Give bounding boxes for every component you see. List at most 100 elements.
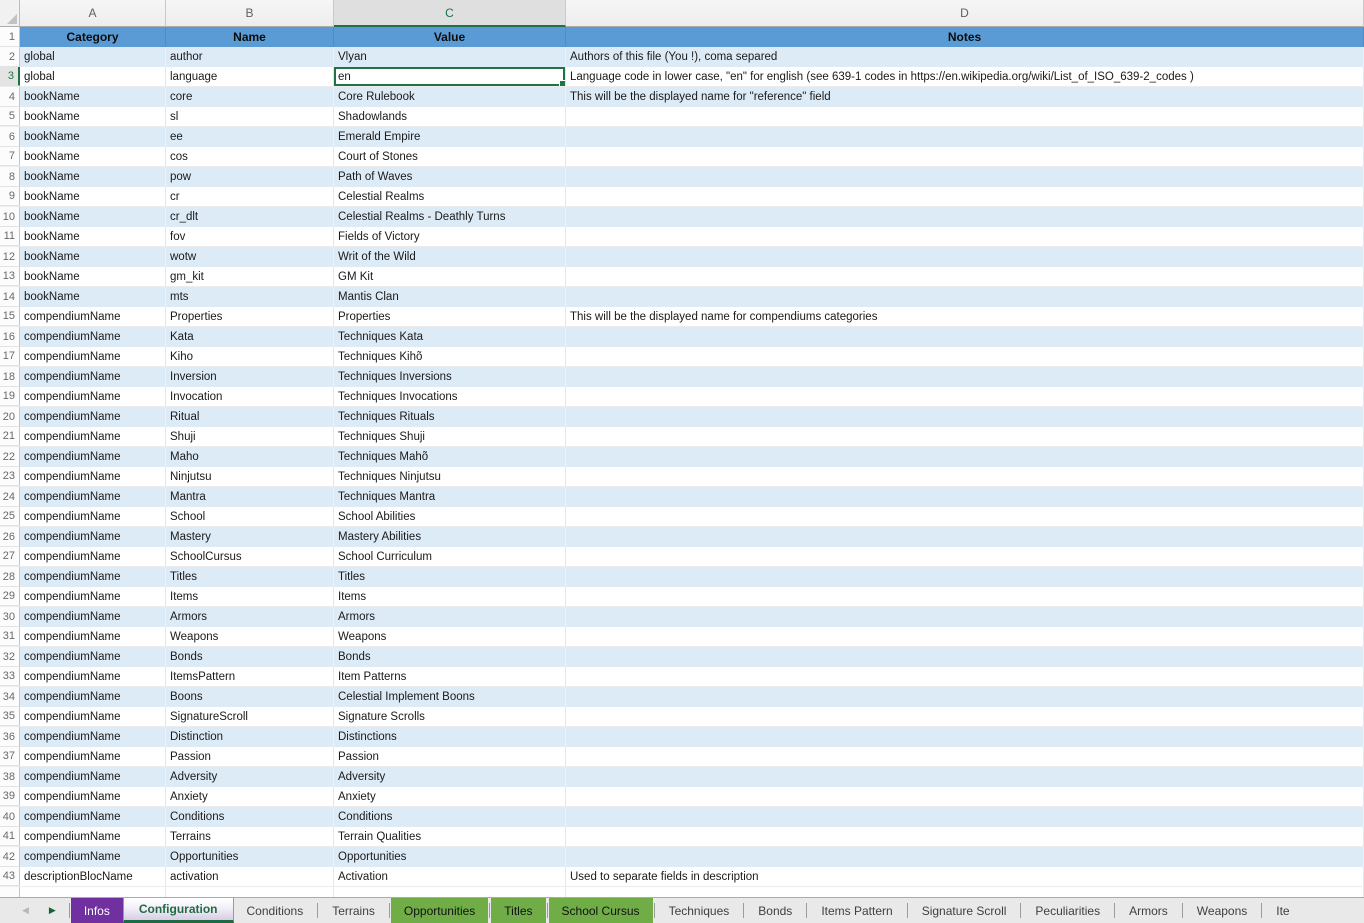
cell-value[interactable]: Properties xyxy=(334,307,566,326)
row-header[interactable]: 18 xyxy=(0,367,20,387)
cell-name[interactable]: Properties xyxy=(166,307,334,326)
row-header[interactable]: 3 xyxy=(0,67,20,86)
cell-notes[interactable] xyxy=(566,567,1364,587)
cell-value[interactable]: Vlyan xyxy=(334,47,566,67)
cell-value[interactable]: Celestial Realms xyxy=(334,187,566,206)
row-header[interactable]: 11 xyxy=(0,227,20,246)
cell-value[interactable]: Techniques Kata xyxy=(334,327,566,347)
cell-notes[interactable] xyxy=(566,167,1364,187)
cell-category[interactable]: compendiumName xyxy=(20,467,166,486)
cell-notes[interactable] xyxy=(566,667,1364,686)
cell-value[interactable]: School Abilities xyxy=(334,507,566,526)
cell-notes[interactable] xyxy=(566,147,1364,166)
row-header[interactable]: 8 xyxy=(0,167,20,187)
cell-category[interactable]: bookName xyxy=(20,267,166,286)
cell-value[interactable]: Core Rulebook xyxy=(334,87,566,107)
cell-notes[interactable] xyxy=(566,547,1364,566)
cell-name[interactable]: Distinction xyxy=(166,727,334,747)
cell-category[interactable]: bookName xyxy=(20,247,166,267)
row-header[interactable]: 32 xyxy=(0,647,20,667)
row-header[interactable]: 37 xyxy=(0,747,20,766)
sheet-tab-armors[interactable]: Armors xyxy=(1116,898,1181,923)
sheet-tab-configuration[interactable]: Configuration xyxy=(123,898,234,923)
cell-name[interactable]: Armors xyxy=(166,607,334,627)
row-header[interactable]: 26 xyxy=(0,527,20,547)
cell-notes[interactable] xyxy=(566,447,1364,467)
row-header[interactable]: 30 xyxy=(0,607,20,627)
cell-name[interactable]: cr_dlt xyxy=(166,207,334,227)
cell-name[interactable]: SchoolCursus xyxy=(166,547,334,566)
cell-value[interactable]: Passion xyxy=(334,747,566,766)
cell-name[interactable]: Inversion xyxy=(166,367,334,387)
cell-name[interactable]: Kiho xyxy=(166,347,334,366)
row-header[interactable]: 23 xyxy=(0,467,20,486)
column-header-a[interactable]: A xyxy=(20,0,166,27)
cell-category[interactable]: bookName xyxy=(20,207,166,227)
cell-name[interactable]: Adversity xyxy=(166,767,334,787)
row-header[interactable]: 13 xyxy=(0,267,20,286)
cell-category[interactable]: global xyxy=(20,67,166,86)
cell-category[interactable]: compendiumName xyxy=(20,587,166,606)
cell-category[interactable]: compendiumName xyxy=(20,627,166,646)
cell-value[interactable]: Weapons xyxy=(334,627,566,646)
cell-category[interactable]: compendiumName xyxy=(20,767,166,787)
cell-category[interactable]: compendiumName xyxy=(20,667,166,686)
fill-handle-icon[interactable] xyxy=(559,80,565,86)
cell-notes[interactable] xyxy=(566,367,1364,387)
cell-category[interactable]: compendiumName xyxy=(20,527,166,547)
cell-name[interactable]: ee xyxy=(166,127,334,147)
cell-notes[interactable] xyxy=(566,587,1364,606)
select-all-corner[interactable] xyxy=(0,0,20,27)
cell-notes[interactable] xyxy=(566,607,1364,627)
cell-notes[interactable] xyxy=(566,487,1364,507)
cell-notes[interactable] xyxy=(566,427,1364,446)
cell-name[interactable]: sl xyxy=(166,107,334,126)
cell-value[interactable]: Techniques Ninjutsu xyxy=(334,467,566,486)
cell-notes[interactable] xyxy=(566,647,1364,667)
cell-notes[interactable]: Authors of this file (You !), coma separ… xyxy=(566,47,1364,67)
cell-name[interactable]: language xyxy=(166,67,334,86)
cell-name[interactable]: activation xyxy=(166,867,334,886)
cell-name[interactable]: ItemsPattern xyxy=(166,667,334,686)
cell-category[interactable]: compendiumName xyxy=(20,847,166,867)
row-header[interactable]: 38 xyxy=(0,767,20,787)
sheet-tab-terrains[interactable]: Terrains xyxy=(319,898,388,923)
sheet-tab-bonds[interactable]: Bonds xyxy=(745,898,805,923)
cell-category[interactable]: compendiumName xyxy=(20,747,166,766)
sheet-tab-titles[interactable]: Titles xyxy=(491,898,545,923)
column-header-d[interactable]: D xyxy=(566,0,1364,27)
cell-category[interactable]: compendiumName xyxy=(20,307,166,326)
row-header[interactable]: 15 xyxy=(0,307,20,326)
cell-notes[interactable]: This will be the displayed name for comp… xyxy=(566,307,1364,326)
cell-value[interactable]: Anxiety xyxy=(334,787,566,806)
cell-value[interactable]: Techniques Inversions xyxy=(334,367,566,387)
row-header[interactable]: 5 xyxy=(0,107,20,126)
cell-name[interactable]: wotw xyxy=(166,247,334,267)
cell-value[interactable]: School Curriculum xyxy=(334,547,566,566)
cell-category[interactable]: bookName xyxy=(20,107,166,126)
cell-category[interactable]: bookName xyxy=(20,287,166,307)
cell-name[interactable]: cos xyxy=(166,147,334,166)
cell-value[interactable]: Court of Stones xyxy=(334,147,566,166)
table-header-category[interactable]: Category xyxy=(20,27,166,47)
row-header[interactable]: 36 xyxy=(0,727,20,747)
row-header[interactable]: 40 xyxy=(0,807,20,827)
selected-cell[interactable]: en xyxy=(334,67,566,86)
cell-category[interactable]: compendiumName xyxy=(20,827,166,846)
cell-category[interactable]: compendiumName xyxy=(20,487,166,507)
row-header[interactable]: 12 xyxy=(0,247,20,267)
row-header[interactable]: 35 xyxy=(0,707,20,726)
cell-name[interactable]: Anxiety xyxy=(166,787,334,806)
cell-value[interactable]: Writ of the Wild xyxy=(334,247,566,267)
row-header[interactable]: 28 xyxy=(0,567,20,587)
cell-notes[interactable] xyxy=(566,227,1364,246)
cell-notes[interactable] xyxy=(566,327,1364,347)
cell-category[interactable]: compendiumName xyxy=(20,687,166,707)
table-header-name[interactable]: Name xyxy=(166,27,334,47)
row-header[interactable]: 29 xyxy=(0,587,20,606)
cell-notes[interactable] xyxy=(566,687,1364,707)
cell-notes[interactable]: Language code in lower case, "en" for en… xyxy=(566,67,1364,86)
cell-name[interactable]: Weapons xyxy=(166,627,334,646)
cell-name[interactable]: core xyxy=(166,87,334,107)
cell-name[interactable]: pow xyxy=(166,167,334,187)
